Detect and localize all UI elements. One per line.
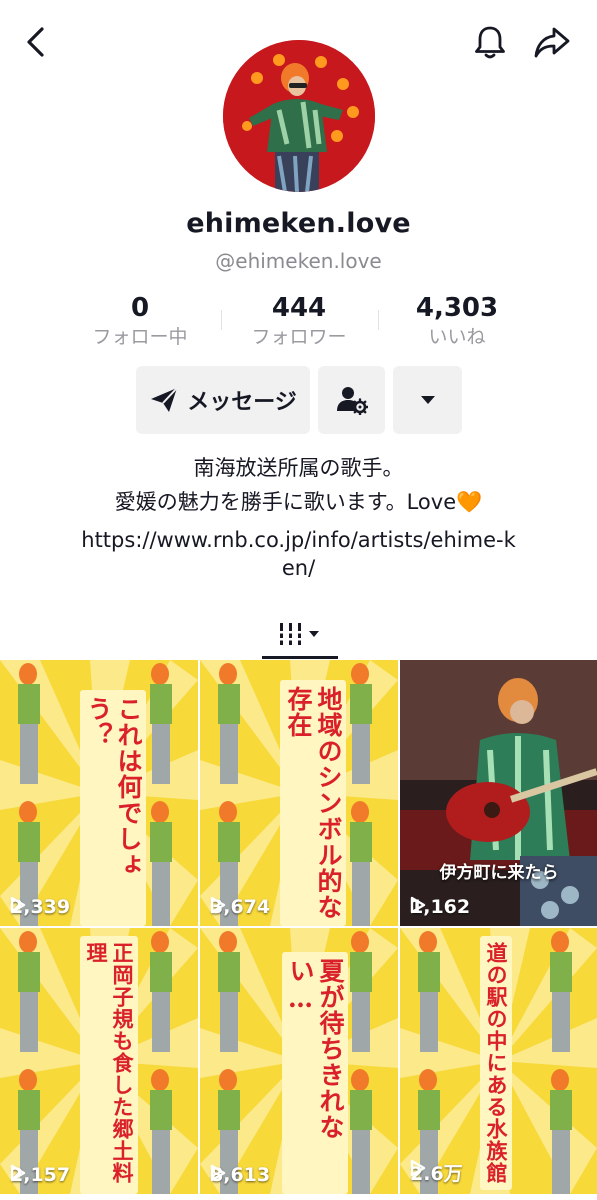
notifications-button[interactable] (470, 22, 510, 62)
video-grid-icon (278, 623, 319, 645)
chevron-left-icon (27, 27, 44, 57)
play-icon (10, 1164, 26, 1182)
play-icon (410, 1159, 426, 1177)
video-thumbnail[interactable]: 地域のシンボル的な存在 3,674 (200, 660, 398, 926)
video-thumbnail[interactable]: 伊方町に来たら 1,162 (400, 660, 597, 926)
followers-label: フォロワー (251, 326, 347, 348)
view-count: 8,613 (210, 1164, 270, 1186)
display-name: ehimeken.love (186, 208, 411, 239)
video-title-overlay: 地域のシンボル的な存在 (280, 680, 346, 926)
user-settings-icon (336, 387, 368, 415)
tab-videos[interactable] (263, 608, 337, 658)
profile-link[interactable]: https://www.rnb.co.jp/info/artists/ehime… (0, 526, 597, 582)
caret-down-icon (420, 396, 435, 404)
view-count: 2,157 (10, 1164, 70, 1186)
video-caption-overlay: 伊方町に来たら (439, 863, 559, 883)
likes-count: 4,303 (415, 293, 499, 323)
content-tabs (0, 608, 597, 660)
view-count: 2.6万 (410, 1159, 463, 1186)
play-icon (10, 896, 26, 914)
view-count: 1,162 (410, 896, 470, 918)
bio-line-1: 南海放送所属の歌手。 (193, 456, 404, 480)
followers-count: 444 (271, 293, 327, 323)
back-button[interactable] (18, 24, 54, 60)
likes-label: いいね (428, 326, 486, 348)
video-thumbnail[interactable]: 夏が待ちきれない… 8,613 (200, 928, 398, 1194)
profile-actions: メッセージ (0, 366, 597, 436)
avatar-image (223, 40, 375, 192)
video-thumbnail[interactable]: 正岡子規も食した郷土料理 2,157 (0, 928, 198, 1194)
following-stat[interactable]: 0 フォロー中 (60, 292, 220, 350)
thumbnail-image (400, 660, 597, 926)
likes-stat[interactable]: 4,303 いいね (377, 292, 537, 350)
more-options-button[interactable] (393, 366, 462, 434)
video-title-overlay: 道の駅の中にある水族館 (480, 936, 512, 1190)
play-icon (210, 896, 226, 914)
following-label: フォロー中 (92, 326, 188, 348)
video-grid: これは何でしょう？ 2,339 地域のシンボル的な存在 3,674 伊方町に来た… (0, 660, 597, 1200)
bio-line-2: 愛媛の魅力を勝手に歌います。Love🧡 (114, 490, 483, 514)
view-count: 3,674 (210, 896, 270, 918)
video-title-overlay: これは何でしょう？ (80, 690, 146, 926)
user-settings-button[interactable] (318, 366, 385, 434)
message-button-label: メッセージ (187, 390, 297, 415)
play-icon (410, 896, 426, 914)
message-button[interactable]: メッセージ (136, 366, 310, 434)
share-arrow-icon (534, 27, 570, 58)
video-title-overlay: 正岡子規も食した郷土料理 (80, 936, 138, 1194)
avatar[interactable] (223, 40, 375, 192)
video-thumbnail[interactable]: これは何でしょう？ 2,339 (0, 660, 198, 926)
video-thumbnail[interactable]: 道の駅の中にある水族館 2.6万 (400, 928, 597, 1194)
active-tab-indicator (262, 656, 338, 659)
following-count: 0 (130, 293, 150, 323)
username-handle: @ehimeken.love (215, 249, 382, 273)
profile-stats: 0 フォロー中 444 フォロワー 4,303 いいね (0, 292, 597, 352)
send-icon (151, 387, 178, 412)
bell-icon (475, 26, 505, 59)
play-icon (210, 1164, 226, 1182)
view-count: 2,339 (10, 896, 70, 918)
video-title-overlay: 夏が待ちきれない… (282, 952, 348, 1194)
share-button[interactable] (530, 22, 574, 62)
followers-stat[interactable]: 444 フォロワー (219, 292, 379, 350)
